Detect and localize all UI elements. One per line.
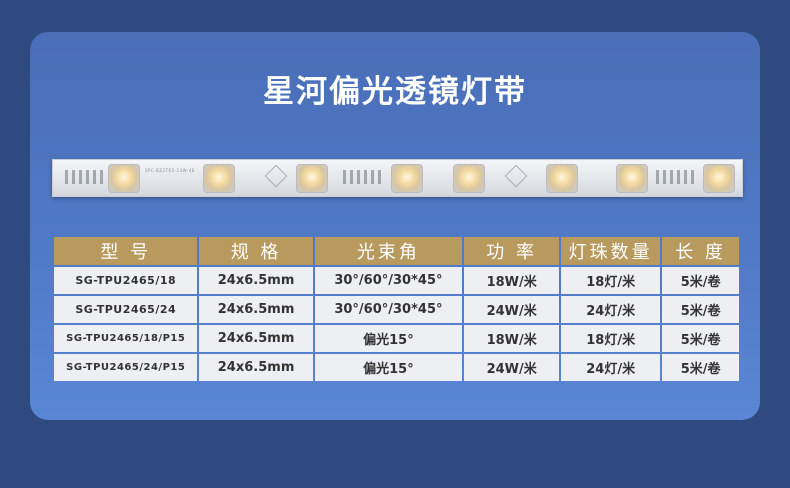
cell-led-count: 18灯/米 bbox=[561, 325, 661, 352]
cell-power: 24W/米 bbox=[464, 296, 560, 323]
strip-lens bbox=[703, 164, 735, 193]
strip-lens bbox=[108, 164, 140, 193]
cell-spec: 24x6.5mm bbox=[199, 296, 313, 323]
cell-model: SG-TPU2465/24 bbox=[54, 296, 198, 323]
cell-beam-angle: 偏光15° bbox=[314, 325, 463, 352]
strip-chip bbox=[656, 170, 696, 184]
header-power: 功 率 bbox=[464, 237, 560, 265]
table-row: SG-TPU2465/18/P15 24x6.5mm 偏光15° 18W/米 1… bbox=[54, 325, 739, 352]
strip-chip bbox=[65, 170, 105, 184]
strip-lens bbox=[391, 164, 423, 193]
header-model: 型 号 bbox=[54, 237, 198, 265]
strip-chip bbox=[343, 170, 383, 184]
spec-table: 型 号 规 格 光束角 功 率 灯珠数量 长 度 SG-TPU2465/18 2… bbox=[52, 235, 741, 383]
content-panel: 星河偏光透镜灯带 SPC-BZ2T65-24W-4E 型 号 规 格 光束角 功… bbox=[30, 32, 760, 420]
strip-lens bbox=[546, 164, 578, 193]
page-title: 星河偏光透镜灯带 bbox=[263, 74, 527, 110]
header-spec: 规 格 bbox=[199, 237, 313, 265]
table-row: SG-TPU2465/24/P15 24x6.5mm 偏光15° 24W/米 2… bbox=[54, 354, 739, 381]
cell-power: 18W/米 bbox=[464, 267, 560, 294]
cell-model: SG-TPU2465/18/P15 bbox=[54, 325, 198, 352]
cell-model: SG-TPU2465/24/P15 bbox=[54, 354, 198, 381]
table-row: SG-TPU2465/24 24x6.5mm 30°/60°/30*45° 24… bbox=[54, 296, 739, 323]
strip-printed-code: SPC-BZ2T65-24W-4E bbox=[145, 168, 195, 173]
strip-lens bbox=[453, 164, 485, 193]
led-strip-image: SPC-BZ2T65-24W-4E bbox=[52, 159, 743, 197]
header-beam-angle: 光束角 bbox=[314, 237, 463, 265]
cell-spec: 24x6.5mm bbox=[199, 325, 313, 352]
strip-lens bbox=[616, 164, 648, 193]
cell-length: 5米/卷 bbox=[662, 354, 739, 381]
cell-beam-angle: 30°/60°/30*45° bbox=[314, 296, 463, 323]
strip-marking bbox=[498, 164, 534, 190]
cell-beam-angle: 偏光15° bbox=[314, 354, 463, 381]
table-row: SG-TPU2465/18 24x6.5mm 30°/60°/30*45° 18… bbox=[54, 267, 739, 294]
strip-lens bbox=[203, 164, 235, 193]
cell-spec: 24x6.5mm bbox=[199, 267, 313, 294]
cell-led-count: 24灯/米 bbox=[561, 354, 661, 381]
cell-power: 24W/米 bbox=[464, 354, 560, 381]
cell-length: 5米/卷 bbox=[662, 325, 739, 352]
header-length: 长 度 bbox=[662, 237, 739, 265]
cell-led-count: 18灯/米 bbox=[561, 267, 661, 294]
cell-model: SG-TPU2465/18 bbox=[54, 267, 198, 294]
cell-beam-angle: 30°/60°/30*45° bbox=[314, 267, 463, 294]
cell-length: 5米/卷 bbox=[662, 267, 739, 294]
strip-lens bbox=[296, 164, 328, 193]
strip-marking bbox=[258, 164, 294, 190]
header-led-count: 灯珠数量 bbox=[561, 237, 661, 265]
table-header-row: 型 号 规 格 光束角 功 率 灯珠数量 长 度 bbox=[54, 237, 739, 265]
cell-length: 5米/卷 bbox=[662, 296, 739, 323]
cell-power: 18W/米 bbox=[464, 325, 560, 352]
cell-spec: 24x6.5mm bbox=[199, 354, 313, 381]
cell-led-count: 24灯/米 bbox=[561, 296, 661, 323]
